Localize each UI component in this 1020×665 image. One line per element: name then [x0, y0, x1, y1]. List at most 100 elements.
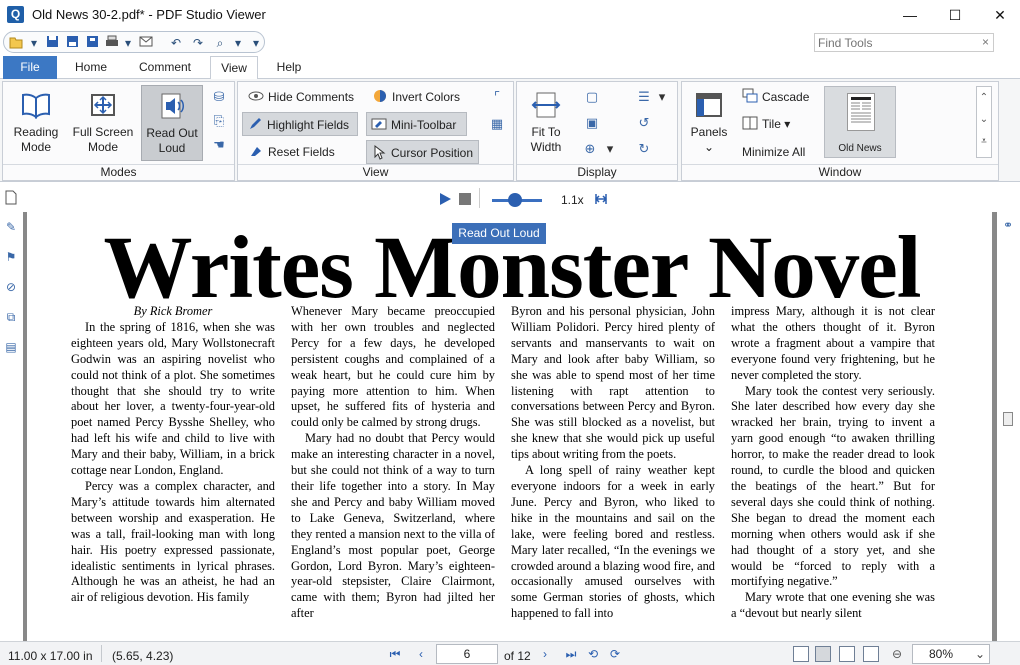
speed-slider-thumb[interactable]: [507, 193, 522, 207]
stop-icon[interactable]: [458, 192, 472, 206]
attachment-pen-icon[interactable]: ✎: [4, 220, 18, 236]
settings-icon[interactable]: [594, 192, 608, 206]
layers-icon[interactable]: ▤: [4, 340, 18, 356]
paragraph: Percy was a complex character, and Mary’…: [71, 478, 275, 605]
speed-readout: 1.1x: [561, 193, 584, 207]
gallery-down-icon[interactable]: ⌄: [977, 109, 991, 131]
zoom-chevron-icon[interactable]: ⌄: [975, 645, 985, 663]
continuous-view-icon[interactable]: [815, 646, 831, 662]
pdf-page: Writes Monster Novel By Rick Bromer In t…: [27, 212, 992, 641]
save-all-icon[interactable]: [64, 35, 80, 51]
zoom-value: 80%: [929, 647, 954, 661]
rotate-left-icon[interactable]: ↺: [635, 114, 653, 132]
find-tools-input[interactable]: [815, 34, 975, 51]
print-chevron-icon[interactable]: ▾: [120, 35, 136, 51]
document-shield-icon[interactable]: ⎘: [210, 112, 228, 130]
fit-to-width-button[interactable]: Fit To Width: [523, 85, 569, 161]
play-icon[interactable]: [438, 192, 452, 206]
stack-icon[interactable]: ⛁: [210, 88, 228, 106]
tab-view[interactable]: View: [210, 56, 258, 80]
next-view-icon[interactable]: ⟳: [608, 647, 622, 661]
corner-icon[interactable]: ⌜: [488, 88, 506, 106]
reset-fields-button[interactable]: Reset Fields: [244, 140, 344, 164]
newspaper-thumbnail-icon: [847, 93, 875, 131]
zoom-chevron-icon[interactable]: ▾: [230, 35, 246, 51]
reset-icon: [248, 143, 264, 159]
previous-view-icon[interactable]: ⟲: [586, 647, 600, 661]
link-icon[interactable]: ⚭: [1001, 218, 1015, 234]
hand-icon[interactable]: ☚: [210, 136, 228, 154]
left-panel-rail: ✎ ⚑ ⊘ ⧉ ▤: [0, 184, 22, 641]
page-icon[interactable]: [4, 190, 18, 206]
reading-mode-button[interactable]: Reading Mode: [7, 85, 65, 161]
hide-comments-button[interactable]: Hide Comments: [244, 85, 362, 109]
zoom-out-icon[interactable]: ⊖: [890, 647, 904, 661]
panels-icon: [696, 93, 722, 117]
bookmark-icon[interactable]: ⚑: [4, 250, 18, 266]
highlight-fields-button[interactable]: Highlight Fields: [242, 112, 358, 136]
undo-icon[interactable]: ↶: [168, 35, 184, 51]
first-page-icon[interactable]: ⏮: [388, 647, 402, 661]
zoom-icon[interactable]: ⊕: [581, 140, 599, 158]
gallery-up-icon[interactable]: ⌃: [977, 87, 991, 109]
read-out-loud-button[interactable]: Read Out Loud: [141, 85, 203, 161]
maximize-button[interactable]: ☐: [932, 0, 978, 30]
close-button[interactable]: ✕: [977, 0, 1020, 30]
pages-icon[interactable]: ⧉: [4, 310, 18, 326]
document-view[interactable]: Writes Monster Novel By Rick Bromer In t…: [23, 212, 997, 641]
reading-mode-label: Reading Mode: [13, 125, 59, 154]
open-document-thumbnail[interactable]: Old News: [824, 86, 896, 158]
gallery-expand-icon[interactable]: ⩡: [977, 131, 991, 153]
tab-home[interactable]: Home: [62, 56, 120, 79]
tab-help[interactable]: Help: [266, 56, 312, 79]
open-icon[interactable]: [8, 35, 24, 51]
highlight-fields-label: Highlight Fields: [267, 118, 350, 132]
email-icon[interactable]: [138, 35, 154, 51]
page-layout-icon[interactable]: ☰: [635, 88, 653, 106]
facing-view-icon[interactable]: [839, 646, 855, 662]
chevron-down-icon[interactable]: ▾: [26, 35, 42, 51]
actual-size-icon[interactable]: ▣: [583, 114, 601, 132]
clear-icon[interactable]: ×: [982, 35, 989, 49]
cascade-button[interactable]: Cascade: [738, 85, 816, 109]
mini-toolbar-button[interactable]: Mini-Toolbar: [366, 112, 467, 136]
reset-fields-label: Reset Fields: [268, 145, 335, 159]
paragraph: Mary had no doubt that Percy would make …: [291, 431, 495, 621]
rotate-right-icon[interactable]: ↻: [635, 140, 653, 158]
page-number-input[interactable]: 6: [436, 644, 498, 664]
cursor-position-button[interactable]: Cursor Position: [366, 140, 479, 164]
find-tools-field[interactable]: ×: [814, 33, 994, 52]
save-icon[interactable]: [44, 35, 60, 51]
minimize-button[interactable]: —: [887, 0, 933, 30]
grid-icon[interactable]: ▦: [488, 115, 506, 133]
invert-colors-button[interactable]: Invert Colors: [368, 85, 468, 109]
zoom-chevron-icon[interactable]: ▾: [601, 140, 619, 158]
zoom-select[interactable]: 80% ⌄: [912, 644, 990, 664]
panels-button[interactable]: Panels ⌄: [686, 85, 732, 161]
single-page-view-icon[interactable]: [793, 646, 809, 662]
print-icon[interactable]: [104, 35, 120, 51]
status-divider: [101, 645, 102, 662]
fit-page-icon[interactable]: ▢: [583, 88, 601, 106]
redo-icon[interactable]: ↷: [190, 35, 206, 51]
scroll-indicator[interactable]: [1003, 412, 1013, 426]
layout-chevron-icon[interactable]: ▾: [653, 88, 671, 106]
gallery-scrollbar[interactable]: ⌃ ⌄ ⩡: [976, 86, 992, 158]
tab-file[interactable]: File: [3, 56, 57, 79]
full-screen-button[interactable]: Full Screen Mode: [69, 85, 137, 161]
fit-width-icon: [531, 92, 561, 118]
tab-comment[interactable]: Comment: [128, 56, 202, 79]
minimize-all-button[interactable]: Minimize All: [738, 140, 820, 164]
minimize-all-label: Minimize All: [742, 145, 806, 159]
previous-page-icon[interactable]: ‹: [414, 647, 428, 661]
save-as-icon[interactable]: [84, 35, 100, 51]
facing-continuous-view-icon[interactable]: [863, 646, 879, 662]
tile-button[interactable]: Tile ▾: [738, 112, 798, 136]
next-page-icon[interactable]: ›: [538, 647, 552, 661]
toolbar-divider: [479, 188, 480, 208]
paperclip-icon[interactable]: ⊘: [4, 280, 18, 296]
display-group: Fit To Width ▢ ▣ ⊕ ▾ ☰ ▾ ↺ ↻ Display: [516, 81, 678, 181]
customize-chevron-icon[interactable]: ▾: [248, 35, 264, 51]
zoom-tool-icon[interactable]: ⌕: [212, 35, 228, 51]
last-page-icon[interactable]: ⏭: [564, 647, 578, 661]
